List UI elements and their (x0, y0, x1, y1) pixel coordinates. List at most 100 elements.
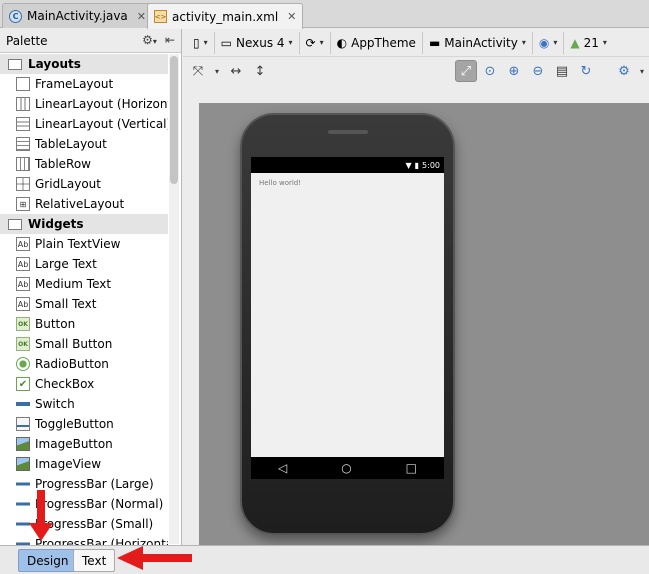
palette-item-relativelayout[interactable]: ⊞ RelativeLayout (0, 194, 168, 214)
checkbox-icon: ✔ (16, 377, 30, 391)
folder-icon (8, 58, 22, 70)
palette-item-switch[interactable]: Switch (0, 394, 168, 414)
relative-layout-icon: ⊞ (16, 197, 30, 211)
fit-width-icon[interactable]: ↔ (225, 60, 247, 82)
class-file-icon: C (9, 9, 22, 23)
chevron-down-icon: ▾ (521, 38, 526, 47)
globe-icon: ◉ (538, 35, 550, 50)
close-icon[interactable]: ✕ (137, 10, 146, 23)
settings-gear-icon[interactable]: ⚙ (613, 60, 635, 82)
hello-world-textview[interactable]: Hello world! (259, 179, 301, 187)
toggle-button-icon (16, 417, 30, 431)
layout-toolbar: ▯ ▾ ▭ Nexus 4 ▾ ⟳ ▾ ◐ AppTheme ▬ MainActivi… (183, 29, 649, 57)
api-level-dropdown[interactable]: ▲ 21 ▾ (564, 32, 613, 54)
scrollbar-thumb[interactable] (170, 56, 178, 184)
locale-dropdown[interactable]: ◉ ▾ (533, 31, 565, 54)
page-icon[interactable]: ▤ (551, 60, 573, 82)
battery-icon: ▮ (414, 160, 420, 170)
palette-scrollbar[interactable] (169, 54, 179, 544)
api-level-label: 21 (583, 35, 599, 50)
tab-activity-main-xml[interactable]: <> activity_main.xml ✕ (147, 3, 304, 29)
linear-layout-vertical-icon (16, 117, 30, 131)
zoom-in-icon[interactable]: ⊕ (503, 60, 525, 82)
zoom-to-fit-icon[interactable]: ⤢ (455, 60, 477, 82)
palette-item-progressbar-large[interactable]: ProgressBar (Large) (0, 474, 168, 494)
chevron-down-icon: ▾ (288, 38, 293, 47)
activity-layout-preview[interactable]: Hello world! (251, 173, 444, 457)
palette-item-checkbox[interactable]: ✔ CheckBox (0, 374, 168, 394)
palette-item-gridlayout[interactable]: GridLayout (0, 174, 168, 194)
device-icon: ▭ (220, 35, 232, 50)
zoom-out-icon[interactable]: ⊖ (527, 60, 549, 82)
folder-icon (8, 218, 22, 230)
phone-speaker (328, 130, 368, 134)
zoom-actual-size-icon[interactable]: ⊙ (479, 60, 501, 82)
palette-title: Palette (6, 33, 48, 48)
chevron-down-icon: ▾ (553, 38, 558, 47)
palette-item-linearlayout-vertical[interactable]: LinearLayout (Vertical) (0, 114, 168, 134)
palette-item-imageview[interactable]: ImageView (0, 454, 168, 474)
palette-item-small-button[interactable]: OK Small Button (0, 334, 168, 354)
frame-layout-icon (16, 77, 30, 91)
configuration-dropdown[interactable]: ▯ ▾ (187, 31, 215, 54)
table-row-icon (16, 157, 30, 171)
palette-item-button[interactable]: OK Button (0, 314, 168, 334)
orientation-dropdown[interactable]: ⟳ ▾ (300, 31, 331, 54)
tab-design[interactable]: Design (18, 549, 78, 572)
theme-icon: ◐ (336, 35, 348, 50)
palette-item-tablelayout[interactable]: TableLayout (0, 134, 168, 154)
image-button-icon (16, 437, 30, 451)
android-icon: ▲ (570, 35, 580, 50)
palette-item-togglebutton[interactable]: ToggleButton (0, 414, 168, 434)
palette-item-linearlayout-horizontal[interactable]: LinearLayout (Horizontal) (0, 94, 168, 114)
activity-icon: ▬ (428, 35, 441, 50)
palette-category-widgets[interactable]: Widgets (0, 214, 168, 234)
button-icon: OK (16, 337, 30, 351)
text-view-icon: Ab (16, 277, 30, 291)
tab-text[interactable]: Text (73, 549, 116, 572)
palette-item-tablerow[interactable]: TableRow (0, 154, 168, 174)
chevron-down-icon: ▾ (319, 38, 324, 47)
design-canvas[interactable]: ▼ ▮ 5:00 Hello world! ◁ ○ □ (199, 103, 649, 545)
palette-item-imagebutton[interactable]: ImageButton (0, 434, 168, 454)
palette-header: Palette ⚙▾ ⇤ (0, 29, 181, 53)
wifi-icon: ▼ (405, 160, 412, 170)
device-screen[interactable]: ▼ ▮ 5:00 Hello world! ◁ ○ □ (251, 157, 444, 479)
palette-item-framelayout[interactable]: FrameLayout (0, 74, 168, 94)
image-view-icon (16, 457, 30, 471)
palette-list: Layouts FrameLayout LinearLayout (Horizo… (0, 54, 168, 545)
palette-item-medium-text[interactable]: Ab Medium Text (0, 274, 168, 294)
editor-mode-tabs: Design Text (0, 545, 649, 574)
navigation-bar: ◁ ○ □ (251, 457, 444, 479)
chevron-down-icon[interactable]: ▾ (211, 60, 223, 82)
palette-category-layouts[interactable]: Layouts (0, 54, 168, 74)
device-dropdown[interactable]: ▭ Nexus 4 ▾ (215, 31, 300, 54)
recents-icon: □ (405, 461, 417, 475)
palette-item-large-text[interactable]: Ab Large Text (0, 254, 168, 274)
chevron-down-icon[interactable]: ▾ (637, 60, 647, 82)
status-time: 5:00 (422, 160, 440, 170)
palette-item-plain-textview[interactable]: Ab Plain TextView (0, 234, 168, 254)
annotation-arrow-left (140, 554, 192, 562)
tab-mainactivity-java[interactable]: C MainActivity.java ✕ (2, 3, 153, 28)
palette-item-radiobutton[interactable]: RadioButton (0, 354, 168, 374)
home-icon: ○ (341, 461, 352, 475)
fit-height-icon[interactable]: ↕ (249, 60, 271, 82)
activity-dropdown[interactable]: ▬ MainActivity ▾ (423, 31, 533, 54)
palette-panel: Palette ⚙▾ ⇤ Layouts FrameLayout LinearL… (0, 29, 182, 545)
nexus-4-device-frame: ▼ ▮ 5:00 Hello world! ◁ ○ □ (240, 113, 455, 535)
gear-icon[interactable]: ⚙▾ (142, 33, 157, 47)
linear-layout-horizontal-icon (16, 97, 30, 111)
text-view-icon: Ab (16, 297, 30, 311)
chevron-down-icon: ▾ (203, 38, 208, 47)
palette-item-progressbar-small[interactable]: ProgressBar (Small) (0, 514, 168, 534)
palette-item-small-text[interactable]: Ab Small Text (0, 294, 168, 314)
layout-options-icon[interactable]: ⤧ (187, 60, 209, 82)
palette-item-progressbar-normal[interactable]: ProgressBar (Normal) (0, 494, 168, 514)
collapse-icon[interactable]: ⇤ (165, 33, 175, 47)
close-icon[interactable]: ✕ (287, 10, 296, 23)
chevron-down-icon: ▾ (602, 38, 607, 47)
refresh-icon[interactable]: ↻ (575, 60, 597, 82)
palette-item-progressbar-horizontal[interactable]: ProgressBar (Horizontal) (0, 534, 168, 545)
theme-dropdown[interactable]: ◐ AppTheme (331, 31, 423, 54)
